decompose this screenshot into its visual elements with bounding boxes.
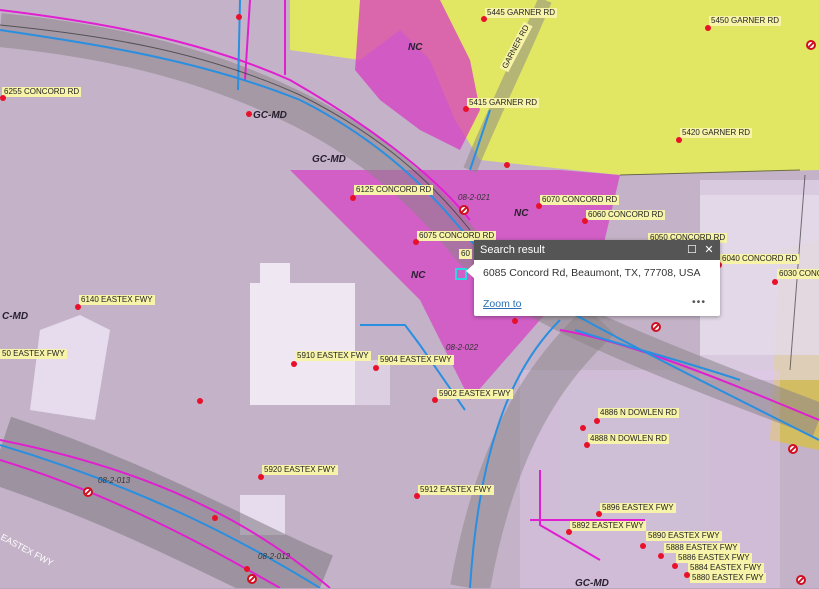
building: [260, 263, 290, 288]
zone-label: NC: [411, 270, 426, 281]
popup-footer: Zoom to •••: [483, 296, 706, 310]
address-label: 5880 EASTEX FWY: [690, 573, 766, 583]
address-point-icon[interactable]: [414, 493, 420, 499]
popup-address: 6085 Concord Rd, Beaumont, TX, 77708, US…: [483, 267, 701, 279]
zone-label: GC-MD: [575, 578, 609, 589]
parcel-id: 08-2-013: [98, 476, 131, 485]
address-point-icon[interactable]: [672, 563, 678, 569]
address-point-icon[interactable]: [512, 318, 518, 324]
address-label: 6040 CONCORD RD: [720, 254, 800, 264]
address-label: 5892 EASTEX FWY: [570, 521, 646, 531]
popup-pointer: [466, 264, 474, 278]
address-label: 5912 EASTEX FWY: [418, 485, 494, 495]
address-label: 5890 EASTEX FWY: [646, 531, 722, 541]
address-label: 5904 EASTEX FWY: [378, 355, 454, 365]
close-icon[interactable]: ✕: [702, 240, 716, 260]
address-point-icon[interactable]: [197, 398, 203, 404]
address-point-icon[interactable]: [566, 529, 572, 535]
address-point-icon[interactable]: [244, 566, 250, 572]
address-label: 5415 GARNER RD: [467, 98, 540, 108]
address-label: 4888 N DOWLEN RD: [588, 434, 669, 444]
hydrant-icon[interactable]: [788, 444, 798, 454]
address-point-icon[interactable]: [536, 203, 542, 209]
address-point-icon[interactable]: [658, 553, 664, 559]
address-label: 6070 CONCORD RD: [540, 195, 620, 205]
hydrant-icon[interactable]: [796, 575, 806, 585]
address-point-icon[interactable]: [373, 365, 379, 371]
address-label: 6060 CONCORD RD: [586, 210, 666, 220]
address-label: 6125 CONCORD RD: [354, 185, 434, 195]
address-label: 6140 EASTEX FWY: [79, 295, 155, 305]
address-label: 5445 GARNER RD: [485, 8, 558, 18]
address-point-icon[interactable]: [705, 25, 711, 31]
address-point-icon[interactable]: [75, 304, 81, 310]
popup-header: Search result ☐ ✕: [474, 240, 720, 260]
address-label: 4886 N DOWLEN RD: [598, 408, 679, 418]
address-point-icon[interactable]: [772, 279, 778, 285]
zoom-to-link[interactable]: Zoom to: [483, 298, 522, 310]
address-point-icon[interactable]: [350, 195, 356, 201]
address-point-icon[interactable]: [594, 418, 600, 424]
address-label: 5450 GARNER RD: [709, 16, 782, 26]
address-point-icon[interactable]: [640, 543, 646, 549]
address-label: 50 EASTEX FWY: [0, 349, 67, 359]
hydrant-icon[interactable]: [83, 487, 93, 497]
address-label: 5902 EASTEX FWY: [437, 389, 513, 399]
address-label: 5886 EASTEX FWY: [676, 553, 752, 563]
zone-label: C-MD: [2, 311, 29, 322]
address-point-icon[interactable]: [246, 111, 252, 117]
parcel-id: 08-2-022: [446, 343, 479, 352]
zone-label: GC-MD: [312, 154, 346, 165]
zone-label: NC: [514, 208, 529, 219]
parcel-id: 08-2-021: [458, 193, 491, 202]
hydrant-icon[interactable]: [651, 322, 661, 332]
address-point-icon[interactable]: [291, 361, 297, 367]
address-point-icon[interactable]: [236, 14, 242, 20]
zone-label: NC: [408, 42, 423, 53]
hydrant-icon[interactable]: [459, 205, 469, 215]
address-point-icon[interactable]: [504, 162, 510, 168]
parcel-id: 08-2-012: [258, 552, 291, 561]
address-point-icon[interactable]: [0, 95, 6, 101]
address-label: 5888 EASTEX FWY: [664, 543, 740, 553]
hydrant-icon[interactable]: [247, 574, 257, 584]
address-label: 6030 CONC: [777, 269, 819, 279]
address-point-icon[interactable]: [580, 425, 586, 431]
address-label: 5884 EASTEX FWY: [688, 563, 764, 573]
maximize-icon[interactable]: ☐: [685, 240, 699, 260]
address-point-icon[interactable]: [596, 511, 602, 517]
address-label: 60: [459, 249, 472, 259]
building: [250, 283, 355, 405]
address-point-icon[interactable]: [584, 442, 590, 448]
address-point-icon[interactable]: [413, 239, 419, 245]
address-point-icon[interactable]: [684, 572, 690, 578]
hydrant-icon[interactable]: [806, 40, 816, 50]
zone-label: GC-MD: [253, 110, 287, 121]
more-icon[interactable]: •••: [692, 296, 706, 308]
address-point-icon[interactable]: [481, 16, 487, 22]
address-point-icon[interactable]: [582, 218, 588, 224]
popup-title: Search result: [480, 244, 545, 256]
address-label: 5420 GARNER RD: [680, 128, 753, 138]
address-point-icon[interactable]: [463, 106, 469, 112]
address-label: 5910 EASTEX FWY: [295, 351, 371, 361]
address-point-icon[interactable]: [212, 515, 218, 521]
address-point-icon[interactable]: [676, 137, 682, 143]
address-point-icon[interactable]: [432, 397, 438, 403]
search-result-popup[interactable]: Search result ☐ ✕ 6085 Concord Rd, Beaum…: [466, 240, 720, 316]
address-label: 5920 EASTEX FWY: [262, 465, 338, 475]
address-label: 6255 CONCORD RD: [2, 87, 82, 97]
address-point-icon[interactable]: [258, 474, 264, 480]
address-label: 5896 EASTEX FWY: [600, 503, 676, 513]
